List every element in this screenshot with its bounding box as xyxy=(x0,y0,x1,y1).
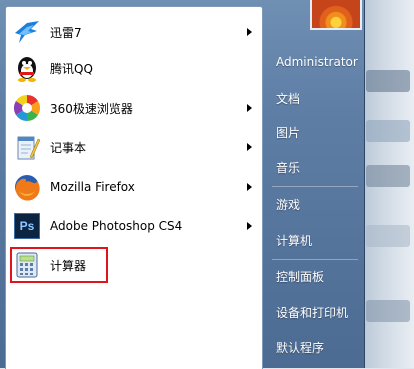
desktop-icon xyxy=(366,120,410,142)
submenu-arrow-icon[interactable] xyxy=(247,143,252,151)
right-item-pictures[interactable]: 图片 xyxy=(268,118,360,146)
program-firefox[interactable]: Mozilla Firefox xyxy=(12,170,256,204)
highlight-box xyxy=(10,247,108,283)
submenu-arrow-icon[interactable] xyxy=(247,222,252,230)
firefox-icon xyxy=(12,172,42,202)
desktop-icon xyxy=(366,225,410,247)
program-label: 腾讯QQ xyxy=(50,61,93,76)
right-item-label: 控制面板 xyxy=(276,269,325,284)
separator xyxy=(272,186,358,187)
right-item-label: 计算机 xyxy=(276,233,313,248)
desktop-icon xyxy=(366,165,410,187)
desktop-icon xyxy=(366,300,410,322)
right-item-music[interactable]: 音乐 xyxy=(268,153,360,181)
qq-penguin-icon xyxy=(12,53,42,83)
program-photoshop[interactable]: Ps Adobe Photoshop CS4 xyxy=(12,209,256,243)
right-item-documents[interactable]: 文档 xyxy=(268,84,360,112)
right-item-label: 文档 xyxy=(276,91,301,106)
submenu-arrow-icon[interactable] xyxy=(247,28,252,36)
right-item-username[interactable]: Administrator xyxy=(268,48,360,76)
start-menu: 迅雷7 腾讯QQ 360极速浏览器 记事本 Mozilla Firefox Ps… xyxy=(0,0,365,369)
right-item-computer[interactable]: 计算机 xyxy=(268,226,360,254)
program-label: 360极速浏览器 xyxy=(50,101,133,116)
right-item-devices-printers[interactable]: 设备和打印机 xyxy=(268,298,360,326)
user-avatar[interactable] xyxy=(310,0,362,30)
right-item-label: 设备和打印机 xyxy=(276,305,349,320)
right-item-control-panel[interactable]: 控制面板 xyxy=(268,262,360,290)
right-item-games[interactable]: 游戏 xyxy=(268,190,360,218)
right-item-default-programs[interactable]: 默认程序 xyxy=(268,333,360,361)
desktop-icon xyxy=(366,70,410,92)
program-thunder[interactable]: 迅雷7 xyxy=(12,15,256,49)
photoshop-icon: Ps xyxy=(12,211,42,241)
program-qq[interactable]: 腾讯QQ xyxy=(12,51,256,85)
right-item-label: 默认程序 xyxy=(276,340,325,355)
program-label: Mozilla Firefox xyxy=(50,180,135,194)
program-notepad[interactable]: 记事本 xyxy=(12,130,256,164)
program-label: 迅雷7 xyxy=(50,25,82,40)
program-label: Adobe Photoshop CS4 xyxy=(50,219,183,233)
right-item-label: 音乐 xyxy=(276,160,301,175)
thunder-bird-icon xyxy=(12,17,42,47)
program-360-browser[interactable]: 360极速浏览器 xyxy=(12,91,256,125)
desktop-background xyxy=(362,0,414,368)
separator xyxy=(272,259,358,260)
right-item-label: 游戏 xyxy=(276,197,301,212)
360-browser-icon xyxy=(12,93,42,123)
submenu-arrow-icon[interactable] xyxy=(247,104,252,112)
right-item-label: 图片 xyxy=(276,125,301,140)
submenu-arrow-icon[interactable] xyxy=(247,183,252,191)
photoshop-icon-text: Ps xyxy=(14,213,40,239)
notepad-icon xyxy=(12,132,42,162)
program-label: 记事本 xyxy=(50,140,87,155)
username-label: Administrator xyxy=(276,55,358,69)
programs-pane: 迅雷7 腾讯QQ 360极速浏览器 记事本 Mozilla Firefox Ps… xyxy=(5,6,263,369)
